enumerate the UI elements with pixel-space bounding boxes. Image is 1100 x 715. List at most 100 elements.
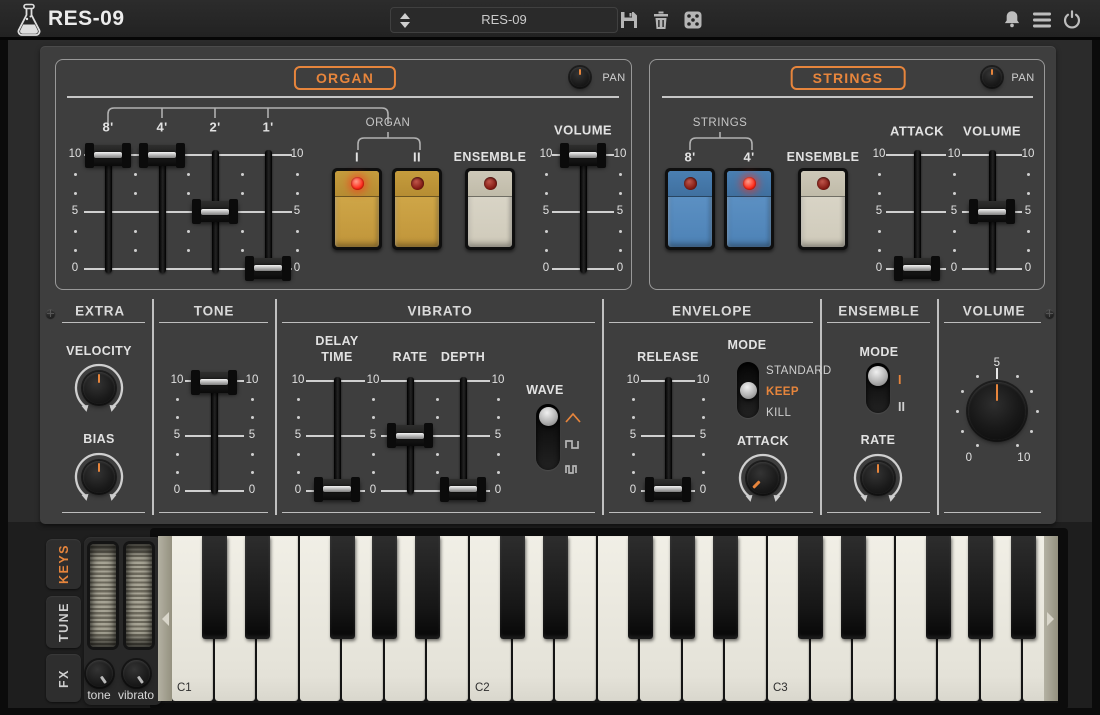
ensemble-mode-option-II[interactable]: II [898,400,905,414]
mod-wheel[interactable] [126,544,152,647]
black-key[interactable] [372,536,397,639]
organ-voice-button-1[interactable] [392,168,442,250]
bias-knob[interactable] [83,461,115,493]
top-bar: RES-09 RES-09 [0,0,1100,40]
organ-slider-3-handle[interactable] [245,258,291,279]
black-key[interactable] [415,536,440,639]
wave-option-triangle-icon[interactable] [565,411,581,425]
strings-slider-1-handle[interactable] [969,201,1015,222]
scale-dot [497,471,500,474]
vibrato-slider-0-handle[interactable] [314,479,360,500]
scale-dot [297,416,300,419]
envelope-mode-option-KILL[interactable]: KILL [766,407,791,419]
menu-icon[interactable] [1031,9,1053,31]
release-slider-handle[interactable] [645,479,691,500]
black-key[interactable] [713,536,738,639]
organ-ensemble-button[interactable] [465,168,515,250]
envelope-mode-switch-thumb [740,382,757,399]
organ-slider-label-1: 4' [156,120,167,135]
tone-slider-track[interactable] [211,377,218,494]
keyboard-scroll-right[interactable] [1044,536,1058,701]
black-key[interactable] [798,536,823,639]
section-divider-4 [937,299,939,515]
strings-slider-0-handle[interactable] [894,258,940,279]
vibrato-slider-1-grip [396,433,424,439]
organ-volume-slider-track[interactable] [580,150,587,273]
organ-volume-slider-handle[interactable] [560,145,606,166]
pitch-wheel[interactable] [90,544,116,647]
tone-mini-knob[interactable] [86,660,113,687]
organ-slider-2-handle[interactable] [192,201,238,222]
organ-slider-1-handle[interactable] [139,145,185,166]
ensemble-mode-switch[interactable] [866,363,890,413]
tab-tune[interactable]: TUNE [46,596,81,648]
organ-voice-button-0-led [351,177,364,190]
velocity-knob[interactable] [83,372,115,404]
organ-slider-0-handle[interactable] [85,145,131,166]
trash-icon[interactable] [650,9,672,31]
save-icon[interactable] [618,9,640,31]
vibrato-slider-1-handle[interactable] [387,425,433,446]
organ-slider-1-track[interactable] [159,150,166,273]
scale-dot [953,230,956,233]
scale-tick-line [381,380,490,382]
organ-scale-right-num: 5 [282,205,312,217]
organ-slider-3-grip [254,265,282,271]
wave-switch[interactable] [536,404,560,470]
vibrato-mini-knob[interactable] [123,660,150,687]
black-key[interactable] [543,536,568,639]
organ-panel-title: ORGAN [294,66,396,90]
keyboard-scroll-left[interactable] [158,536,172,701]
app-title: RES-09 [48,0,125,38]
strings-ensemble-button[interactable] [798,168,848,250]
tab-fx-label: FX [57,669,71,688]
scale-dot [878,230,881,233]
organ-slider-0-track[interactable] [105,150,112,273]
scale-dot [702,398,705,401]
strings-pan-knob[interactable] [982,67,1002,87]
black-key[interactable] [330,536,355,639]
black-key[interactable] [1011,536,1036,639]
tab-keys[interactable]: KEYS [46,539,81,589]
strings-slider-0-track[interactable] [914,150,921,273]
ensemble-rate-knob-pointer [877,464,880,473]
black-key[interactable] [670,536,695,639]
black-key[interactable] [500,536,525,639]
vibrato-slider-0-track[interactable] [334,377,341,494]
bell-icon[interactable] [1001,8,1023,30]
strings-voice-button-1[interactable] [724,168,774,250]
black-key[interactable] [628,536,653,639]
preset-selector[interactable]: RES-09 [390,7,618,33]
ensemble-mode-option-I[interactable]: I [898,373,901,387]
ensemble-rate-knob[interactable] [862,462,894,494]
black-key[interactable] [245,536,270,639]
vibrato-slider-2-handle[interactable] [440,479,486,500]
organ-slider-0-grip [94,152,122,158]
envelope-attack-knob[interactable] [747,462,779,494]
black-key[interactable] [841,536,866,639]
release-slider-track[interactable] [665,377,672,494]
organ-slider-3-track[interactable] [265,150,272,273]
organ-pan-knob[interactable] [570,67,590,87]
section-underline-3 [609,322,813,323]
black-key[interactable] [202,536,227,639]
wave-option-square-icon[interactable] [565,436,581,450]
scale-dot [976,375,979,378]
envelope-mode-option-KEEP[interactable]: KEEP [766,386,799,398]
envelope-attack-label: ATTACK [737,434,789,448]
black-key[interactable] [968,536,993,639]
keyboard[interactable]: C1C2C3 [158,536,1058,703]
organ-volume-scale-left-num: 10 [531,148,561,160]
envelope-mode-option-STANDARD[interactable]: STANDARD [766,365,832,377]
vibrato-slider-2-track[interactable] [460,377,467,494]
strings-voice-button-0[interactable] [665,168,715,250]
dice-icon[interactable] [682,9,704,31]
organ-voice-button-0[interactable] [332,168,382,250]
master-volume-knob[interactable] [968,382,1026,440]
tab-fx[interactable]: FX [46,654,81,702]
tone-slider-handle[interactable] [191,372,237,393]
black-key[interactable] [926,536,951,639]
wave-option-pulse-icon[interactable] [565,461,581,475]
envelope-mode-switch[interactable] [737,362,759,418]
power-icon[interactable] [1061,8,1083,30]
